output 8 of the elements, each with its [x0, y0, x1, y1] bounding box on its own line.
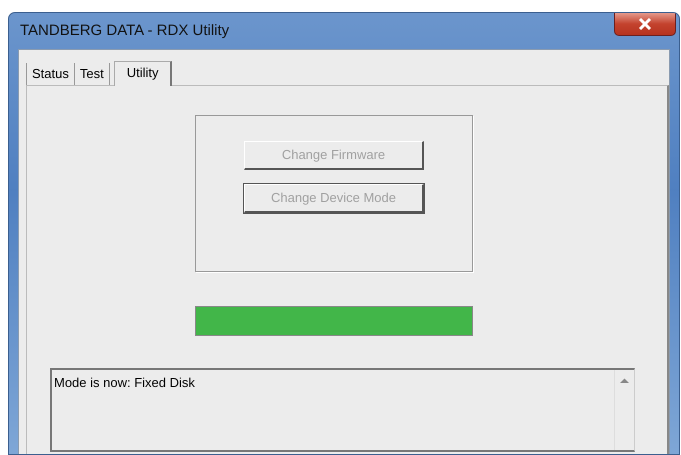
tab[interactable]: Utility — [114, 61, 172, 86]
close-button[interactable] — [614, 13, 676, 36]
close-icon — [638, 18, 652, 30]
log-line: Mode is now: Fixed Disk — [54, 374, 196, 392]
log-box[interactable]: Mode is now: Fixed Disk — [50, 368, 635, 452]
scroll-up-icon[interactable] — [620, 378, 629, 384]
window-title: TANDBERG DATA - RDX Utility — [19, 20, 230, 41]
tab[interactable]: Status — [26, 63, 75, 85]
